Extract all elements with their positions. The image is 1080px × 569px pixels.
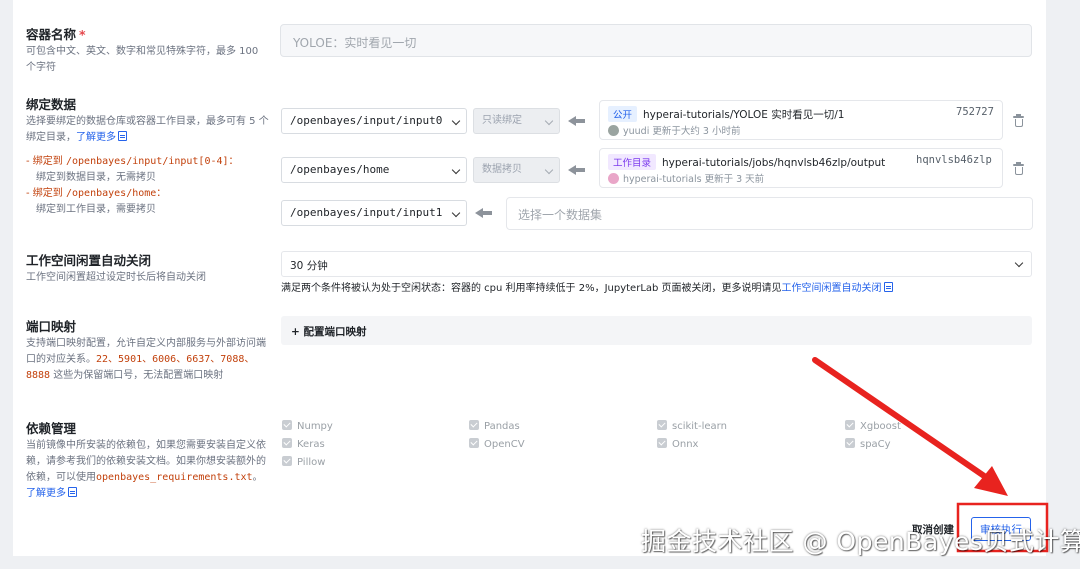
annotation-overlay [812,357,1049,553]
annotation-arrow-shaft [812,357,993,483]
watermark: 掘金技术社区 @ OpenBayes贝式计算 [641,527,1080,556]
